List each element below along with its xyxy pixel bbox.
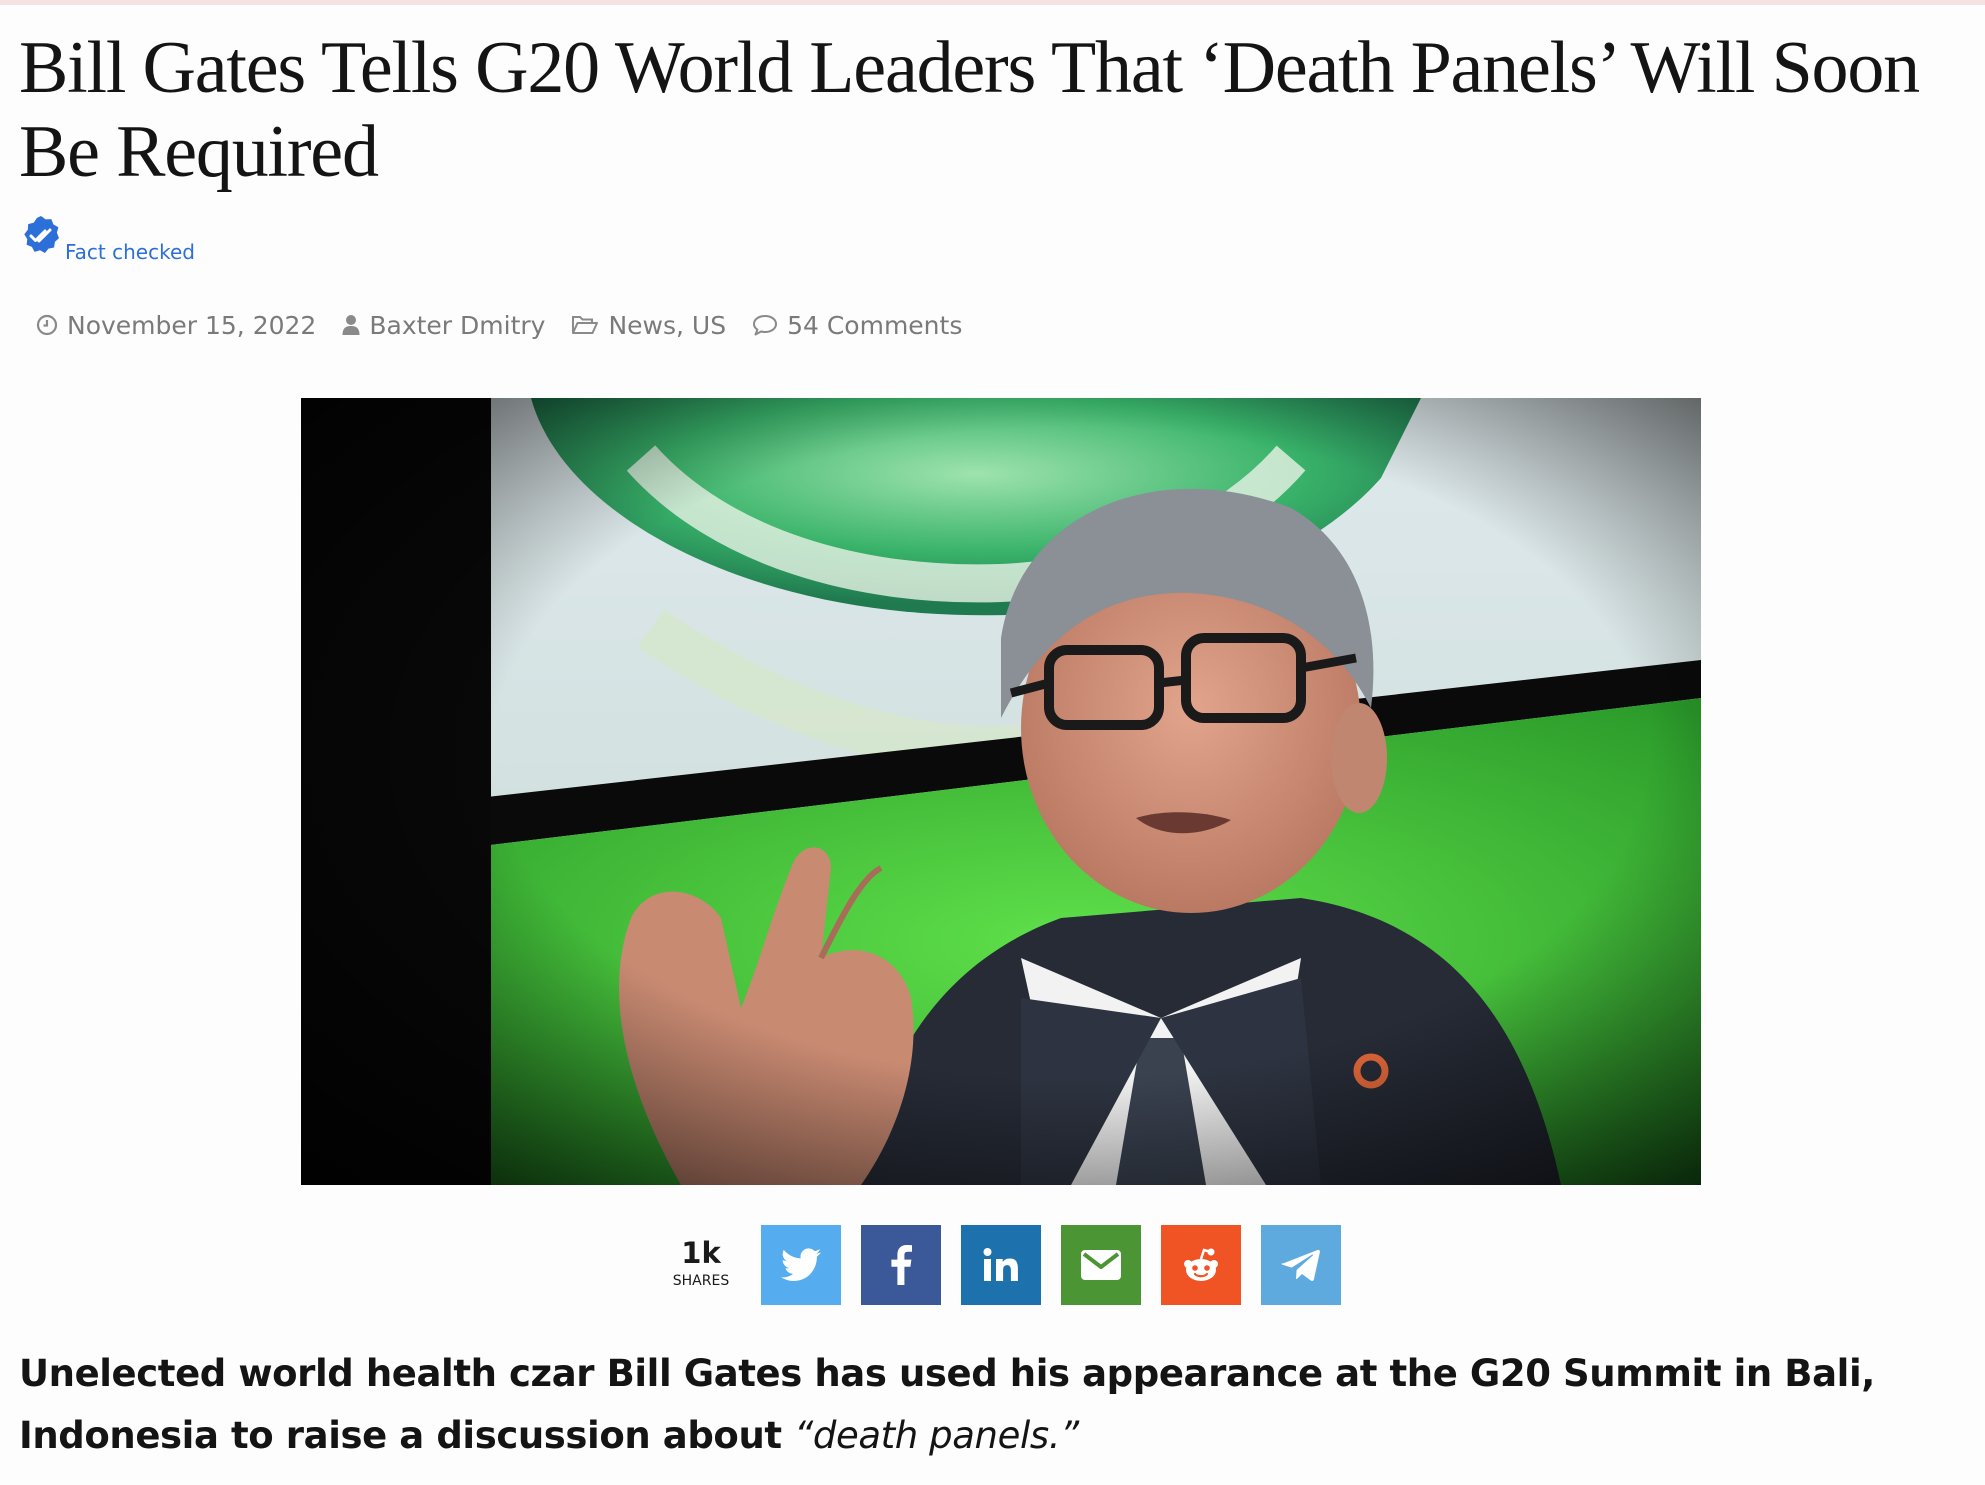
share-linkedin-button[interactable] (961, 1225, 1041, 1305)
article-meta: November 15, 2022 Baxter Dmitry News, US… (36, 305, 988, 345)
fact-check-badge[interactable]: Fact checked (20, 214, 195, 268)
folder-open-icon (572, 316, 599, 334)
meta-comments[interactable]: 54 Comments (752, 311, 962, 340)
article-headline: Bill Gates Tells G20 World Leaders That … (19, 27, 1920, 193)
share-twitter-button[interactable] (761, 1225, 841, 1305)
fact-check-icon (24, 216, 59, 253)
share-facebook-button[interactable] (861, 1225, 941, 1305)
share-reddit-button[interactable] (1161, 1225, 1241, 1305)
top-accent-strip (0, 0, 1985, 5)
comment-icon (753, 315, 778, 336)
envelope-icon (1081, 1250, 1121, 1280)
facebook-icon (891, 1245, 912, 1285)
share-email-button[interactable] (1061, 1225, 1141, 1305)
meta-date: November 15, 2022 (36, 311, 316, 340)
share-count: 1k SHARES (660, 1236, 742, 1292)
linkedin-icon (983, 1248, 1018, 1281)
twitter-icon (781, 1248, 821, 1281)
featured-image-illustration (301, 398, 1701, 1185)
featured-image (301, 398, 1701, 1185)
user-icon (342, 315, 360, 335)
article-lede-quote: “death panels.” (794, 1414, 1079, 1457)
share-count-caption: SHARES (672, 1273, 730, 1289)
meta-categories[interactable]: News, US (571, 311, 726, 340)
reddit-icon (1184, 1248, 1218, 1281)
article-lede: Unelected world health czar Bill Gates h… (19, 1343, 1969, 1467)
meta-categories-link[interactable]: News, US (608, 311, 726, 340)
share-telegram-button[interactable] (1261, 1225, 1341, 1305)
share-count-number: 1k (681, 1236, 721, 1270)
telegram-icon (1281, 1249, 1320, 1281)
fact-check-label[interactable]: Fact checked (65, 240, 195, 264)
meta-author-link[interactable]: Baxter Dmitry (369, 311, 545, 340)
meta-date-text: November 15, 2022 (67, 310, 317, 340)
clock-icon (36, 314, 58, 336)
meta-author[interactable]: Baxter Dmitry (342, 311, 545, 340)
share-buttons (761, 1225, 1341, 1305)
meta-comments-link[interactable]: 54 Comments (787, 311, 962, 340)
